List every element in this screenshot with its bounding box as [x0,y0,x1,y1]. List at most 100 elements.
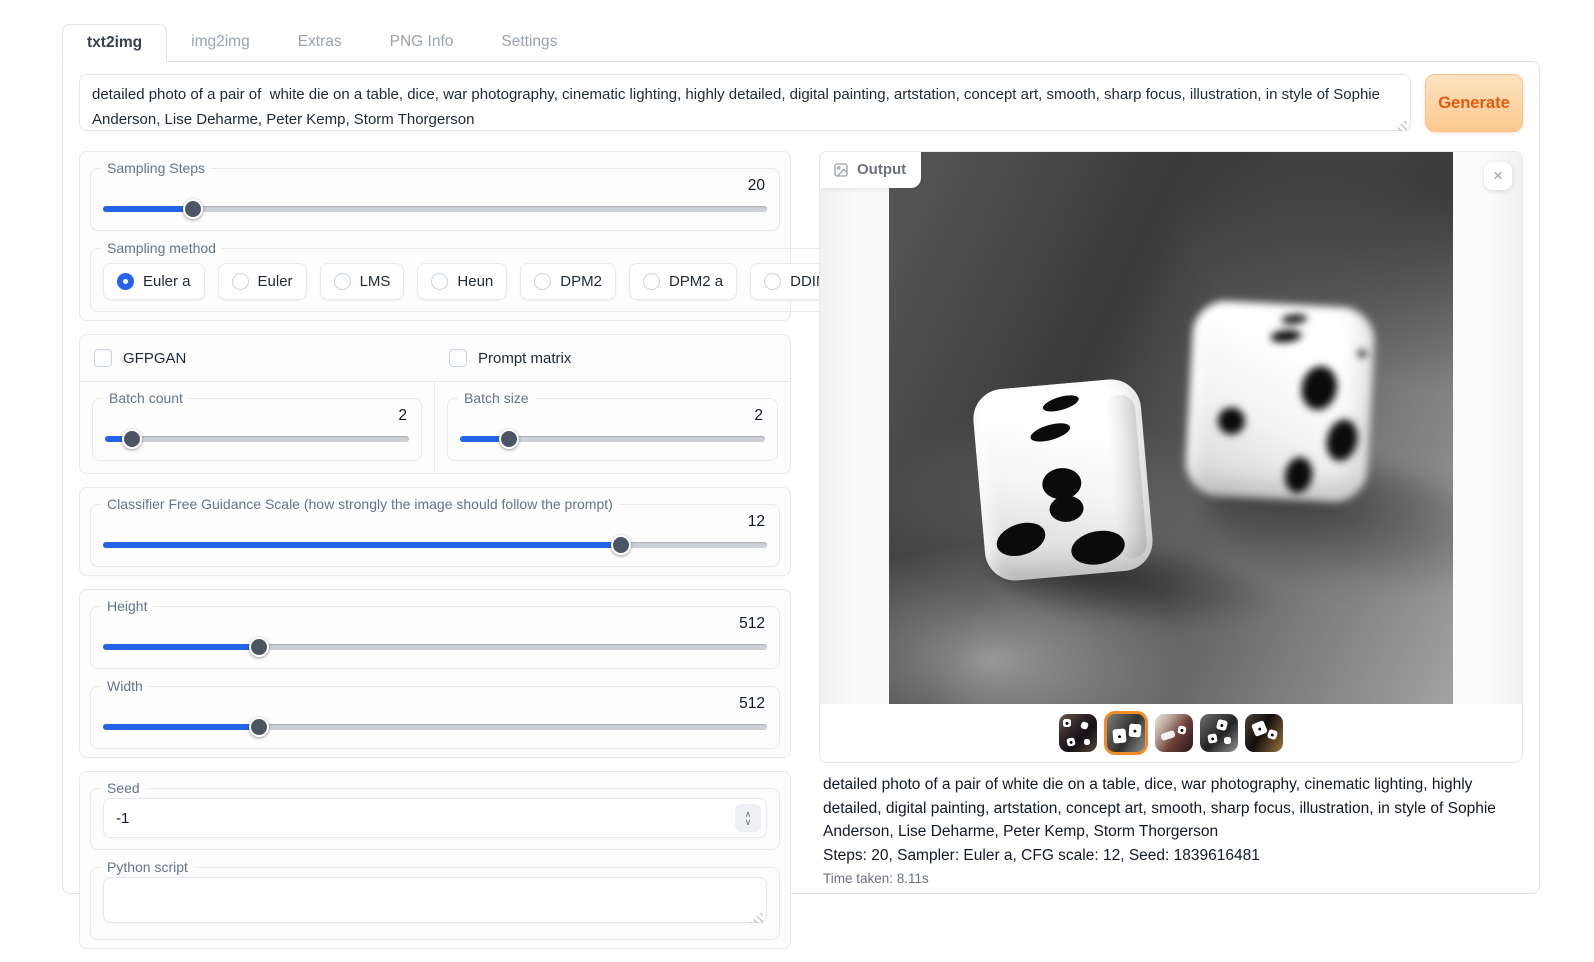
sampler-option-label: DPM2 a [669,273,723,290]
app-frame: txt2img img2img Extras PNG Info Settings… [62,24,1540,894]
prompt-input[interactable]: detailed photo of a pair of white die on… [79,74,1411,131]
radio-icon [764,273,781,290]
height-slider[interactable] [103,637,767,657]
sampler-option-euler-a[interactable]: Euler a [103,263,205,300]
sampler-option-label: LMS [360,273,391,290]
generated-image[interactable] [889,152,1453,704]
cfg-scale-field: Classifier Free Guidance Scale (how stro… [90,496,780,567]
checkbox-icon [94,349,112,367]
tab-img2img[interactable]: img2img [167,24,274,61]
batch-size-field: Batch size 2 [447,390,778,461]
prompt-matrix-label: Prompt matrix [478,350,571,367]
slider-thumb[interactable] [249,717,269,737]
gallery-thumb-3[interactable] [1155,714,1193,752]
python-script-field: Python script [90,859,780,940]
height-label: Height [101,598,153,614]
seed-input[interactable] [103,798,767,838]
cfg-scale-slider[interactable] [103,535,767,555]
tab-settings[interactable]: Settings [477,24,581,61]
generation-info: detailed photo of a pair of white die on… [819,763,1523,886]
spinner-down-icon[interactable]: ∨ [745,818,752,826]
slider-thumb[interactable] [499,429,519,449]
gallery-strip [820,704,1522,762]
cfg-scale-label: Classifier Free Guidance Scale (how stro… [101,496,619,512]
image-icon [833,162,849,178]
cfg-group: Classifier Free Guidance Scale (how stro… [79,487,791,576]
slider-thumb[interactable] [249,637,269,657]
batch-size-value: 2 [460,407,763,424]
sampling-steps-slider[interactable] [103,199,767,219]
prompt-wrapper: detailed photo of a pair of white die on… [79,74,1411,136]
sampling-steps-value: 20 [103,177,765,194]
seed-script-group: Seed ∧∨ Python script [79,771,791,949]
radio-selected-icon [117,273,134,290]
tab-bar: txt2img img2img Extras PNG Info Settings [62,24,1540,61]
sampler-option-label: Euler a [143,273,191,290]
prompt-matrix-checkbox[interactable]: Prompt matrix [435,335,790,382]
height-value: 512 [103,615,765,632]
checkbox-icon [449,349,467,367]
width-label: Width [101,678,149,694]
sampler-option-heun[interactable]: Heun [417,263,507,300]
gallery-thumb-4[interactable] [1200,714,1238,752]
sampler-option-label: Heun [457,273,493,290]
python-script-input[interactable] [103,877,767,923]
sampling-steps-field: Sampling Steps 20 [90,160,780,231]
sampler-option-label: Euler [258,273,293,290]
radio-icon [643,273,660,290]
radio-icon [431,273,448,290]
prompt-row: detailed photo of a pair of white die on… [79,74,1523,136]
sampler-option-euler[interactable]: Euler [218,263,307,300]
gallery-thumb-2-selected[interactable] [1104,711,1148,755]
seed-field: Seed ∧∨ [90,780,780,850]
sampler-option-dpm2-a[interactable]: DPM2 a [629,263,737,300]
width-value: 512 [103,695,765,712]
dimensions-group: Height 512 Width 512 [79,589,791,758]
sampler-option-label: DPM2 [560,273,602,290]
tab-txt2img[interactable]: txt2img [62,24,167,62]
output-label: Output [857,161,906,178]
seed-label: Seed [101,780,146,796]
cfg-scale-value: 12 [103,513,765,530]
tab-png-info[interactable]: PNG Info [366,24,478,61]
width-slider[interactable] [103,717,767,737]
caption-prompt: detailed photo of a pair of white die on… [823,773,1519,844]
generate-button[interactable]: Generate [1425,74,1523,132]
caption-time-taken: Time taken: 8.11s [823,871,1519,886]
close-icon[interactable]: × [1484,162,1512,190]
batch-count-label: Batch count [103,390,189,406]
tab-extras[interactable]: Extras [274,24,366,61]
batch-count-slider[interactable] [105,429,409,449]
gfpgan-checkbox[interactable]: GFPGAN [80,335,435,382]
batch-group: GFPGAN Prompt matrix Batch count 2 [79,334,791,474]
slider-thumb[interactable] [183,199,203,219]
sampler-option-lms[interactable]: LMS [320,263,405,300]
txt2img-panel: detailed photo of a pair of white die on… [62,61,1540,894]
gfpgan-label: GFPGAN [123,350,186,367]
die-right [1184,299,1376,503]
number-spinner[interactable]: ∧∨ [735,804,761,832]
gallery-thumb-5[interactable] [1245,714,1283,752]
sampling-method-label: Sampling method [101,240,222,256]
output-column: Output × [819,151,1523,886]
die-left [971,377,1155,583]
batch-count-value: 2 [105,407,407,424]
sampling-group: Sampling Steps 20 Sampling method Euler … [79,151,791,321]
gallery-thumb-1[interactable] [1059,714,1097,752]
slider-thumb[interactable] [611,535,631,555]
batch-count-field: Batch count 2 [92,390,422,461]
batch-size-label: Batch size [458,390,535,406]
caption-params: Steps: 20, Sampler: Euler a, CFG scale: … [823,844,1519,868]
batch-size-slider[interactable] [460,429,765,449]
settings-column: Sampling Steps 20 Sampling method Euler … [79,151,791,962]
radio-icon [334,273,351,290]
sampler-option-dpm2[interactable]: DPM2 [520,263,616,300]
output-image-zone [820,152,1522,704]
radio-icon [534,273,551,290]
batch-size-cell: Batch size 2 [435,382,790,473]
python-script-label: Python script [101,859,194,875]
slider-thumb[interactable] [122,429,142,449]
height-field: Height 512 [90,598,780,669]
output-panel: Output × [819,151,1523,763]
batch-count-cell: Batch count 2 [80,382,435,473]
